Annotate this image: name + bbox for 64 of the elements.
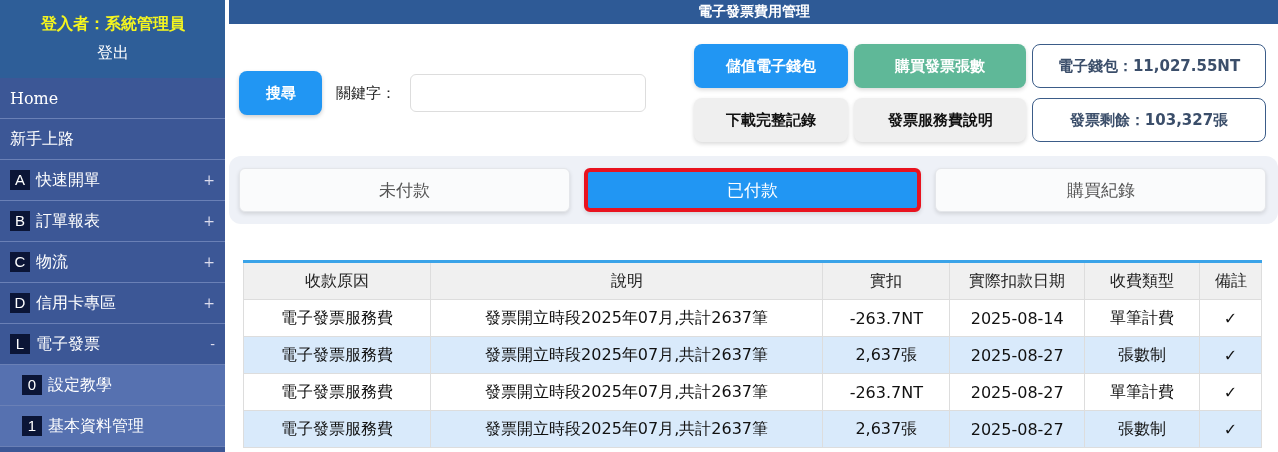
menu-label: 信用卡專區: [36, 292, 117, 314]
action-button[interactable]: 下載完整記錄: [694, 98, 848, 142]
menu-label: 訂單報表: [36, 210, 101, 232]
table-cell: 2,637張: [822, 410, 950, 448]
table-cell: 發票開立時段2025年07月,共計2637筆: [430, 336, 823, 374]
logout-link[interactable]: 登出: [96, 43, 129, 64]
table-cell: 發票開立時段2025年07月,共計2637筆: [430, 299, 823, 337]
key-badge: A: [10, 170, 30, 190]
table-cell: 單筆計費: [1084, 373, 1200, 411]
balance-display: 發票剩餘：103,327張: [1032, 98, 1266, 142]
table-cell: 2025-08-27: [949, 336, 1085, 374]
table-cell: 2,637張: [822, 336, 950, 374]
menu-label: 快速開單: [36, 169, 101, 191]
table-cell: ✓: [1199, 410, 1262, 448]
balance-display: 電子錢包：11,027.55NT: [1032, 44, 1266, 88]
page-title: 電子發票費用管理: [229, 0, 1278, 24]
keyword-field[interactable]: [410, 74, 646, 112]
submenu-item[interactable]: 0 設定教學: [0, 365, 225, 406]
column-header: 收費類型: [1084, 261, 1200, 300]
table-cell: -263.7NT: [822, 373, 950, 411]
tab[interactable]: 購買紀錄: [935, 168, 1266, 212]
column-header: 實扣: [822, 261, 950, 300]
table-cell: 單筆計費: [1084, 299, 1200, 337]
toggle-sign: +: [203, 295, 215, 311]
keyword-label: 關鍵字：: [336, 83, 396, 103]
action-button[interactable]: 發票服務費說明: [854, 98, 1026, 142]
table-cell: 電子發票服務費: [243, 410, 431, 448]
table-cell: 2025-08-27: [949, 410, 1085, 448]
table-cell: -263.7NT: [822, 299, 950, 337]
user-label: 登入者：系統管理員: [40, 14, 185, 35]
column-header: 實際扣款日期: [949, 261, 1085, 300]
table-cell: 2025-08-14: [949, 299, 1085, 337]
table-cell: 電子發票服務費: [243, 299, 431, 337]
tab[interactable]: 未付款: [239, 168, 570, 212]
toggle-sign: -: [210, 336, 215, 352]
toggle-sign: +: [203, 254, 215, 270]
column-header: 說明: [430, 261, 823, 300]
key-badge: 0: [22, 375, 42, 395]
column-header: 收款原因: [243, 261, 431, 300]
table-cell: ✓: [1199, 299, 1262, 337]
table-cell: 張數制: [1084, 336, 1200, 374]
column-header: 備註: [1199, 261, 1262, 300]
menu-label: 設定教學: [48, 374, 113, 396]
key-badge: C: [10, 252, 30, 272]
table-cell: 發票開立時段2025年07月,共計2637筆: [430, 373, 823, 411]
toggle-sign: +: [203, 172, 215, 188]
table-cell: 電子發票服務費: [243, 373, 431, 411]
menu-label: 新手上路: [10, 128, 75, 150]
key-badge: L: [10, 334, 30, 354]
key-badge: 1: [22, 416, 42, 436]
menu-label: 電子發票: [36, 333, 101, 355]
table-cell: 電子發票服務費: [243, 336, 431, 374]
table-cell: 發票開立時段2025年07月,共計2637筆: [430, 410, 823, 448]
key-badge: B: [10, 211, 30, 231]
submenu-item[interactable]: 1 基本資料管理: [0, 406, 225, 447]
table-cell: 2025-08-27: [949, 373, 1085, 411]
toggle-sign: +: [203, 213, 215, 229]
table-cell: 張數制: [1084, 410, 1200, 448]
menu-label: 物流: [36, 251, 69, 273]
menu-label: 基本資料管理: [48, 415, 145, 437]
menu-label: Home: [10, 88, 60, 108]
table-cell: ✓: [1199, 373, 1262, 411]
table-cell: ✓: [1199, 336, 1262, 374]
key-badge: D: [10, 293, 30, 313]
